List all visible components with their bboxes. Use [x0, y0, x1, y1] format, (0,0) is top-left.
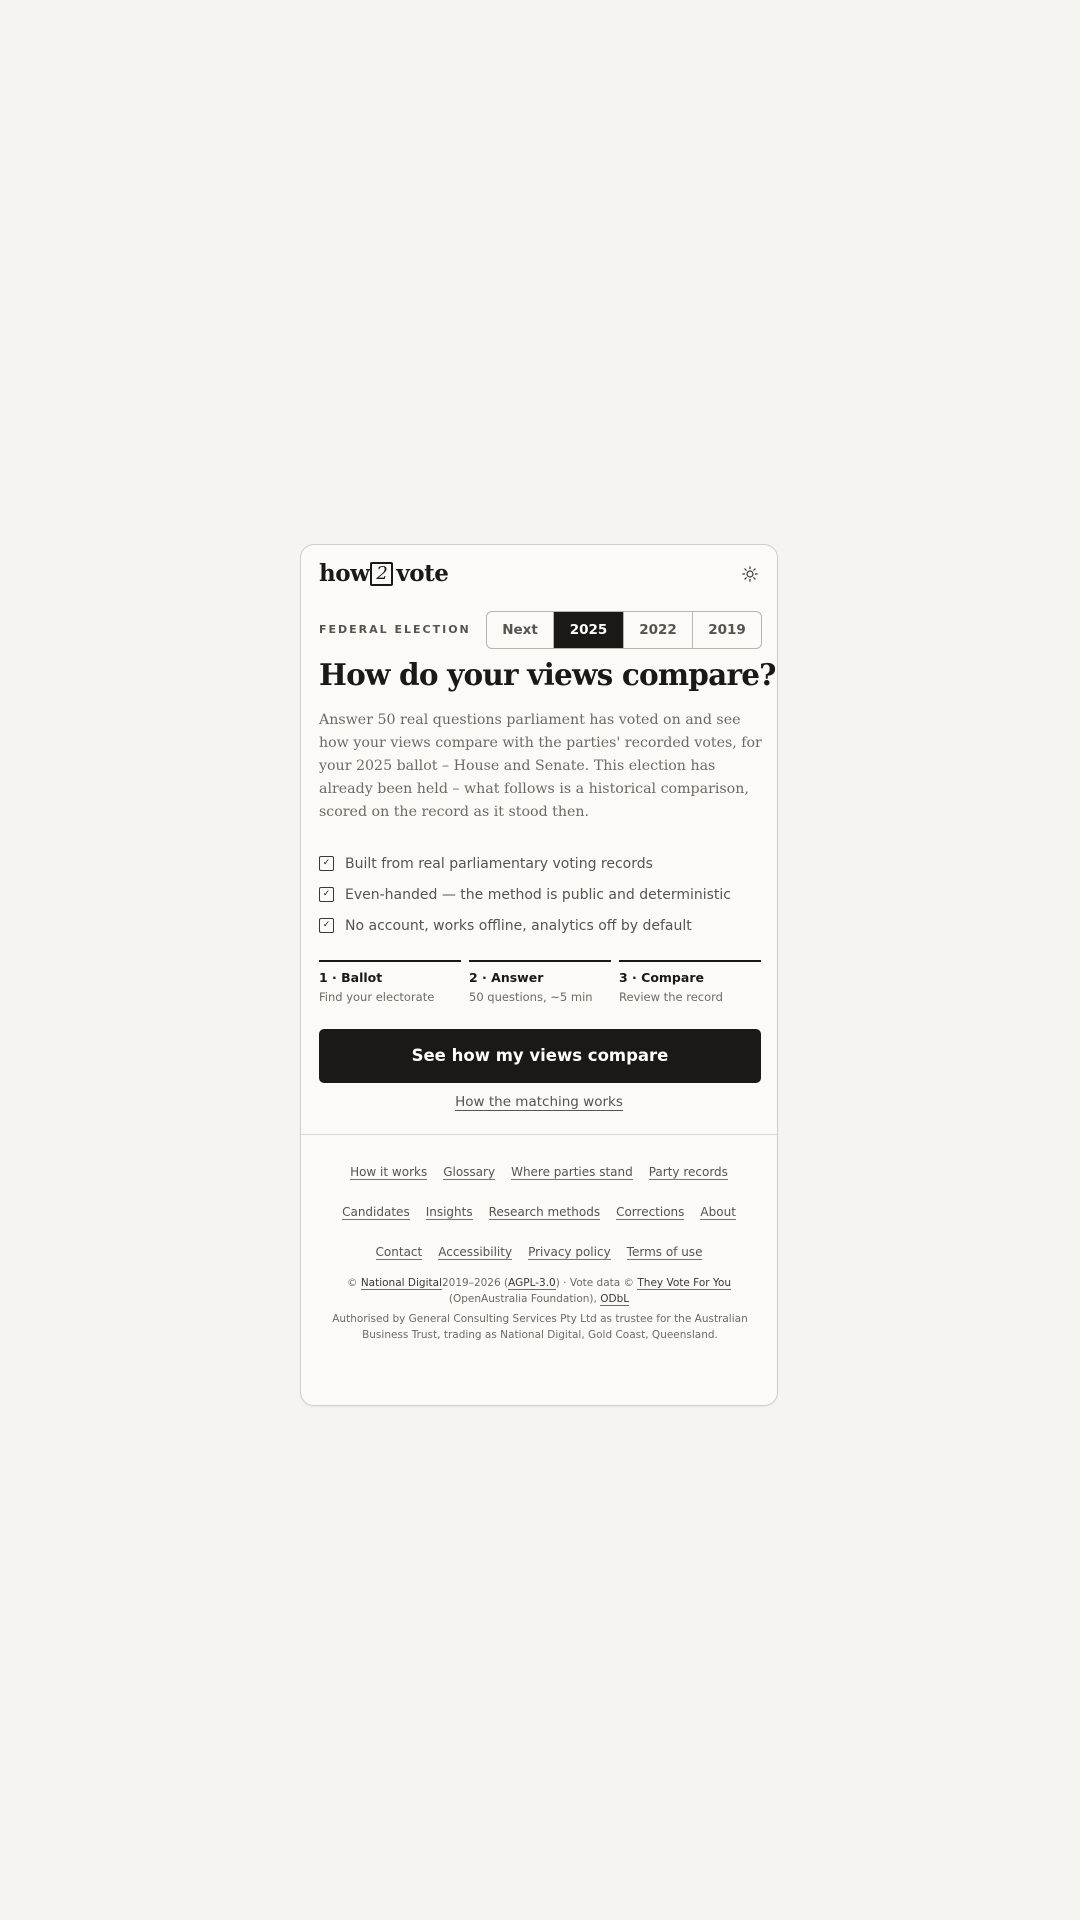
vote-data-text: ) · Vote data ©	[555, 1277, 635, 1289]
copyright-notice: © National Digital2019–2026 (AGPL-3.0) ·…	[301, 1275, 777, 1307]
election-year-selector: Next 2025 2022 2019	[486, 611, 762, 649]
license-link[interactable]: AGPL-3.0	[508, 1277, 556, 1290]
footer-link-contact[interactable]: Contact	[375, 1245, 423, 1260]
footer-link-party-records[interactable]: Party records	[648, 1165, 728, 1180]
feature-item: ✓ Built from real parliamentary voting r…	[319, 848, 731, 879]
feature-item: ✓ Even-handed — the method is public and…	[319, 879, 731, 910]
theme-toggle-button[interactable]	[739, 563, 761, 585]
footer-link-about[interactable]: About	[700, 1205, 736, 1220]
tab-2019[interactable]: 2019	[692, 612, 761, 648]
matching-info-container: How the matching works	[301, 1094, 777, 1111]
footer-nav-row: How it works Glossary Where parties stan…	[301, 1165, 777, 1180]
tab-next[interactable]: Next	[487, 612, 553, 648]
tab-2022[interactable]: 2022	[623, 612, 692, 648]
step-subtitle: 50 questions, ~5 min	[469, 990, 593, 1004]
step-title: 2 · Answer	[469, 970, 544, 985]
footer-link-privacy-policy[interactable]: Privacy policy	[528, 1245, 611, 1260]
compare-views-button[interactable]: See how my views compare	[319, 1029, 761, 1083]
footer-link-terms-of-use[interactable]: Terms of use	[626, 1245, 703, 1260]
footer-link-research-methods[interactable]: Research methods	[488, 1205, 601, 1220]
step-subtitle: Find your electorate	[319, 990, 435, 1004]
step-ballot: 1 · Ballot Find your electorate	[319, 960, 461, 1004]
footer-nav-row: Candidates Insights Research methods Cor…	[301, 1205, 777, 1220]
odbl-link[interactable]: ODbL	[600, 1293, 630, 1306]
feature-text: Even-handed — the method is public and d…	[345, 886, 731, 903]
tab-2025[interactable]: 2025	[553, 612, 623, 648]
footer-link-how-it-works[interactable]: How it works	[350, 1165, 428, 1180]
footer-link-candidates[interactable]: Candidates	[342, 1205, 410, 1220]
sun-icon	[742, 566, 758, 582]
feature-item: ✓ No account, works offline, analytics o…	[319, 910, 731, 941]
step-compare: 3 · Compare Review the record	[619, 960, 761, 1004]
checkbox-checked-icon: ✓	[319, 856, 334, 871]
step-answer: 2 · Answer 50 questions, ~5 min	[469, 960, 611, 1004]
footer-nav-row: Contact Accessibility Privacy policy Ter…	[301, 1245, 777, 1260]
site-logo[interactable]: how 2 vote	[319, 560, 449, 587]
footer-link-accessibility[interactable]: Accessibility	[438, 1245, 513, 1260]
election-kicker: FEDERAL ELECTION	[319, 623, 471, 636]
footer-link-insights[interactable]: Insights	[425, 1205, 473, 1220]
page-title: How do your views compare?	[319, 657, 776, 692]
feature-text: Built from real parliamentary voting rec…	[345, 855, 653, 872]
logo-suffix: vote	[396, 560, 449, 587]
intro-paragraph: Answer 50 real questions parliament has …	[319, 712, 762, 820]
they-vote-for-you-link[interactable]: They Vote For You	[637, 1277, 732, 1290]
how-matching-works-link[interactable]: How the matching works	[455, 1094, 623, 1111]
step-title: 1 · Ballot	[319, 970, 383, 985]
checkbox-checked-icon: ✓	[319, 918, 334, 933]
authorisation-statement: Authorised by General Consulting Service…	[332, 1313, 748, 1341]
copyright-symbol: ©	[346, 1277, 358, 1289]
feature-list: ✓ Built from real parliamentary voting r…	[319, 848, 731, 941]
steps-list: 1 · Ballot Find your electorate 2 · Answ…	[319, 960, 761, 1004]
footer-link-corrections[interactable]: Corrections	[616, 1205, 685, 1220]
logo-digit-box: 2	[370, 561, 394, 586]
footer-link-where-parties-stand[interactable]: Where parties stand	[511, 1165, 633, 1180]
footer-divider	[301, 1134, 777, 1135]
copyright-years: 2019–2026 (	[441, 1277, 509, 1289]
logo-prefix: how	[319, 560, 370, 587]
feature-text: No account, works offline, analytics off…	[345, 917, 692, 934]
checkbox-checked-icon: ✓	[319, 887, 334, 902]
national-digital-link[interactable]: National Digital	[360, 1277, 442, 1290]
footer-link-glossary[interactable]: Glossary	[443, 1165, 496, 1180]
start-card: how 2 vote FEDERAL ELECTION Next 2025 20…	[300, 544, 778, 1406]
openaustralia-text: (OpenAustralia Foundation),	[448, 1293, 597, 1305]
step-title: 3 · Compare	[619, 970, 704, 985]
step-subtitle: Review the record	[619, 990, 723, 1004]
